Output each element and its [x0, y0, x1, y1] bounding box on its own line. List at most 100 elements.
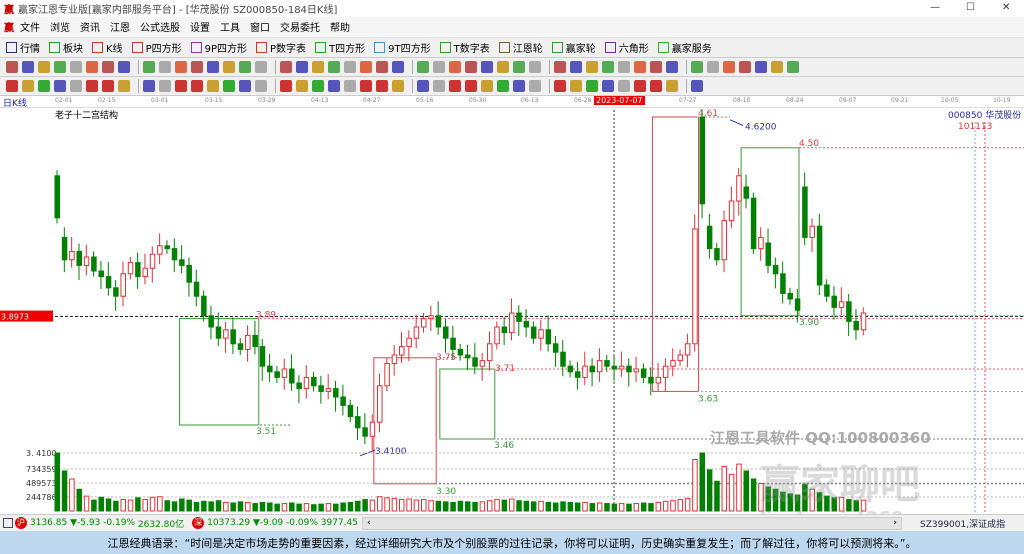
- tool-button-icon[interactable]: [255, 80, 267, 92]
- tool-button-icon[interactable]: [328, 80, 340, 92]
- menu-2[interactable]: 资讯: [80, 23, 100, 34]
- tool-button-icon[interactable]: [433, 61, 445, 73]
- tool-button-icon[interactable]: [280, 61, 292, 73]
- tool-button-icon[interactable]: [771, 61, 783, 73]
- tool-button-icon[interactable]: [54, 80, 66, 92]
- tool-button-icon[interactable]: [143, 80, 155, 92]
- toolbar-p9-button[interactable]: 9P四方形: [190, 40, 247, 55]
- tool-button-icon[interactable]: [650, 80, 662, 92]
- tool-button-icon[interactable]: [739, 61, 751, 73]
- tool-button-icon[interactable]: [207, 80, 219, 92]
- tool-button-icon[interactable]: [602, 80, 614, 92]
- close-button[interactable]: ✕: [1002, 2, 1010, 13]
- toolbar-ps-button[interactable]: P四方形: [131, 40, 182, 55]
- tool-button-icon[interactable]: [691, 61, 703, 73]
- tool-button-icon[interactable]: [634, 61, 646, 73]
- calc-icon[interactable]: [3, 518, 13, 528]
- tool-button-icon[interactable]: [6, 61, 18, 73]
- toolbar-tn-button[interactable]: T数字表: [439, 40, 490, 55]
- tool-button-icon[interactable]: [529, 80, 541, 92]
- tool-button-icon[interactable]: [54, 61, 66, 73]
- tool-button-icon[interactable]: [449, 61, 461, 73]
- tool-button-icon[interactable]: [360, 80, 372, 92]
- toolbar-hexagon-button[interactable]: 六角形: [604, 40, 649, 55]
- tool-button-icon[interactable]: [666, 61, 678, 73]
- tool-button-icon[interactable]: [787, 61, 799, 73]
- tool-button-icon[interactable]: [312, 61, 324, 73]
- tool-button-icon[interactable]: [22, 61, 34, 73]
- toolbar-pn-button[interactable]: P数字表: [256, 40, 306, 55]
- tool-button-icon[interactable]: [175, 80, 187, 92]
- tool-button-icon[interactable]: [691, 80, 703, 92]
- menu-7[interactable]: 窗口: [250, 23, 270, 34]
- toolbar-ts-button[interactable]: T四方形: [315, 40, 365, 55]
- tool-button-icon[interactable]: [392, 80, 404, 92]
- tool-button-icon[interactable]: [102, 80, 114, 92]
- tool-button-icon[interactable]: [618, 80, 630, 92]
- tool-button-icon[interactable]: [239, 61, 251, 73]
- tool-button-icon[interactable]: [207, 61, 219, 73]
- tool-button-icon[interactable]: [465, 61, 477, 73]
- tool-button-icon[interactable]: [344, 80, 356, 92]
- menu-6[interactable]: 工具: [220, 23, 240, 34]
- tool-button-icon[interactable]: [513, 61, 525, 73]
- index-selector[interactable]: SZ399001,深证成指: [920, 517, 1005, 530]
- tool-button-icon[interactable]: [70, 80, 82, 92]
- scroll-right-icon[interactable]: ›: [893, 518, 897, 529]
- tool-button-icon[interactable]: [255, 61, 267, 73]
- tool-button-icon[interactable]: [586, 80, 598, 92]
- tool-button-icon[interactable]: [723, 61, 735, 73]
- tool-button-icon[interactable]: [191, 61, 203, 73]
- tool-button-icon[interactable]: [118, 80, 130, 92]
- tool-button-icon[interactable]: [481, 61, 493, 73]
- tool-button-icon[interactable]: [570, 80, 582, 92]
- tool-button-icon[interactable]: [554, 61, 566, 73]
- menu-9[interactable]: 帮助: [330, 23, 350, 34]
- tool-button-icon[interactable]: [280, 80, 292, 92]
- tool-button-icon[interactable]: [417, 80, 429, 92]
- tool-button-icon[interactable]: [86, 80, 98, 92]
- tool-button-icon[interactable]: [143, 61, 155, 73]
- tool-button-icon[interactable]: [328, 61, 340, 73]
- tool-button-icon[interactable]: [650, 61, 662, 73]
- tool-button-icon[interactable]: [417, 61, 429, 73]
- tool-button-icon[interactable]: [465, 80, 477, 92]
- minimize-button[interactable]: —: [930, 2, 940, 13]
- tool-button-icon[interactable]: [497, 61, 509, 73]
- tool-button-icon[interactable]: [22, 80, 34, 92]
- tool-button-icon[interactable]: [602, 61, 614, 73]
- tool-button-icon[interactable]: [223, 61, 235, 73]
- tool-button-icon[interactable]: [376, 61, 388, 73]
- tool-button-icon[interactable]: [755, 61, 767, 73]
- tool-button-icon[interactable]: [586, 61, 598, 73]
- toolbar-kline-button[interactable]: K线: [92, 40, 123, 55]
- toolbar-dollar-button[interactable]: 赢家服务: [657, 40, 712, 55]
- tool-button-icon[interactable]: [513, 80, 525, 92]
- tool-button-icon[interactable]: [6, 80, 18, 92]
- toolbar-winner-wheel-button[interactable]: 赢家轮: [551, 40, 596, 55]
- tool-button-icon[interactable]: [175, 61, 187, 73]
- tool-button-icon[interactable]: [376, 80, 388, 92]
- menu-0[interactable]: 文件: [20, 23, 40, 34]
- tool-button-icon[interactable]: [570, 61, 582, 73]
- toolbar-t9-button[interactable]: 9T四方形: [374, 40, 431, 55]
- tool-button-icon[interactable]: [159, 80, 171, 92]
- tool-button-icon[interactable]: [666, 80, 678, 92]
- tool-button-icon[interactable]: [296, 80, 308, 92]
- toolbar-grid-button[interactable]: 行情: [6, 40, 40, 55]
- toolbar-gann-wheel-button[interactable]: 江恩轮: [498, 40, 543, 55]
- tool-button-icon[interactable]: [312, 80, 324, 92]
- menu-8[interactable]: 交易委托: [280, 23, 320, 34]
- tool-button-icon[interactable]: [481, 80, 493, 92]
- tool-button-icon[interactable]: [118, 61, 130, 73]
- tool-button-icon[interactable]: [223, 80, 235, 92]
- tool-button-icon[interactable]: [433, 80, 445, 92]
- tool-button-icon[interactable]: [86, 61, 98, 73]
- tool-button-icon[interactable]: [344, 61, 356, 73]
- menu-3[interactable]: 江恩: [110, 23, 130, 34]
- tool-button-icon[interactable]: [707, 61, 719, 73]
- menu-5[interactable]: 设置: [190, 23, 210, 34]
- tool-button-icon[interactable]: [70, 61, 82, 73]
- tool-button-icon[interactable]: [554, 80, 566, 92]
- tool-button-icon[interactable]: [102, 61, 114, 73]
